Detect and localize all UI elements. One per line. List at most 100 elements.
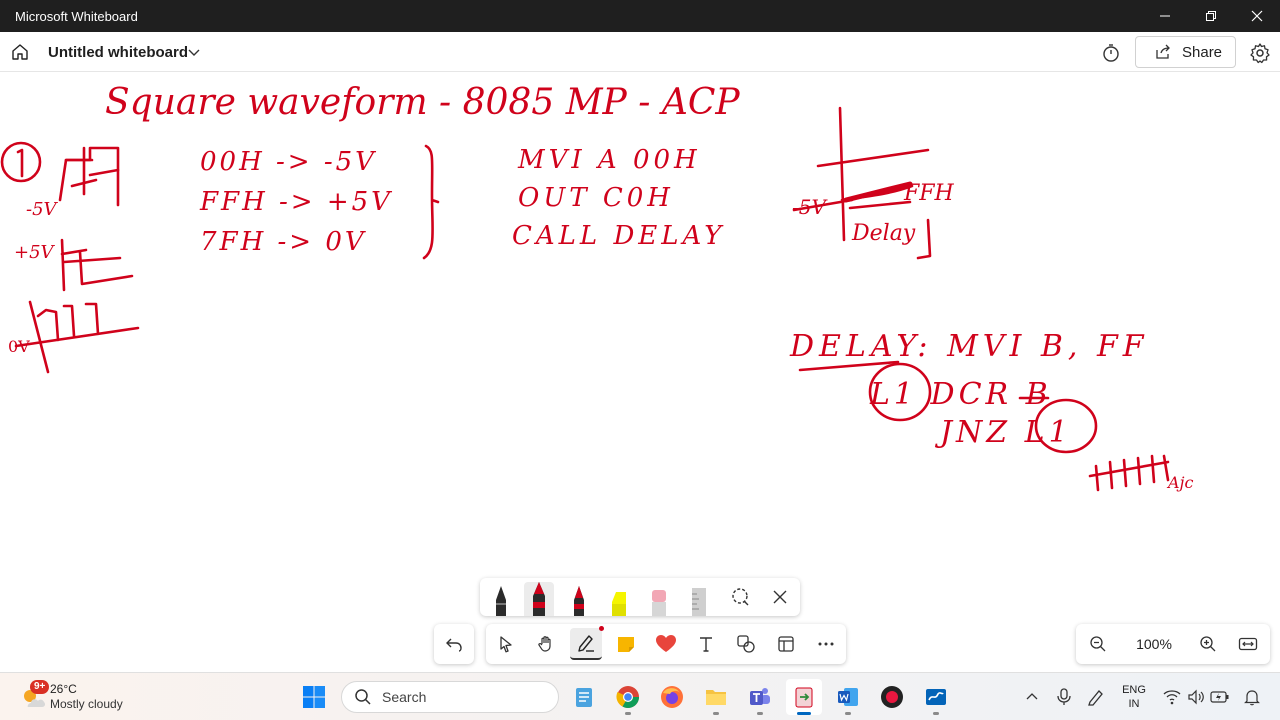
- taskbar-file-explorer[interactable]: [698, 679, 734, 715]
- red-pen-2[interactable]: [564, 582, 594, 616]
- delay-line-1: DELAY: MVI B, FF: [789, 329, 1149, 364]
- undo-icon: [446, 638, 462, 652]
- restore-icon: [1206, 11, 1216, 21]
- share-button[interactable]: Share: [1135, 36, 1236, 68]
- sticky-note-tool[interactable]: [610, 628, 642, 660]
- start-button[interactable]: [296, 679, 332, 715]
- tray-microphone[interactable]: [1053, 686, 1075, 708]
- tray-volume[interactable]: [1185, 686, 1207, 708]
- taskbar-word[interactable]: [830, 679, 866, 715]
- tray-pen[interactable]: [1085, 686, 1107, 708]
- pan-tool[interactable]: [530, 628, 562, 660]
- running-indicator: [757, 712, 763, 715]
- red-pen-2-icon: [574, 586, 584, 616]
- search-placeholder: Search: [382, 689, 427, 705]
- program-line-1: MVI A 00H: [517, 145, 701, 175]
- timer-icon[interactable]: [1100, 42, 1122, 64]
- weather-condition: Mostly cloudy: [50, 697, 123, 711]
- weather-temp: 26°C: [50, 682, 77, 696]
- taskbar-teams[interactable]: [742, 679, 778, 715]
- taskbar-recorder[interactable]: [874, 679, 910, 715]
- ruler-icon: [692, 588, 706, 616]
- highlighter-icon: [612, 592, 626, 616]
- home-button[interactable]: [8, 38, 32, 66]
- text-icon: [700, 637, 712, 652]
- minimize-icon: [1160, 15, 1170, 17]
- chevron-down-icon[interactable]: [186, 44, 202, 60]
- tray-notifications[interactable]: [1241, 686, 1263, 708]
- bell-icon: [1244, 690, 1260, 706]
- teams-icon: [750, 688, 770, 705]
- zoom-out-button[interactable]: [1086, 632, 1110, 656]
- main-toolbar: [434, 624, 846, 664]
- search-icon: [355, 689, 371, 705]
- share-label: Share: [1182, 43, 1223, 61]
- black-pen[interactable]: [486, 582, 516, 616]
- taskbar-search[interactable]: Search: [341, 681, 559, 713]
- program-line-2: OUT C0H: [518, 183, 674, 213]
- waveform-label-plus5: +5V: [14, 242, 56, 263]
- active-indicator: [797, 712, 811, 715]
- share-icon: [1156, 44, 1170, 59]
- taskbar-whiteboard[interactable]: [918, 679, 954, 715]
- ruler[interactable]: [684, 582, 714, 616]
- zoom-in-button[interactable]: [1196, 632, 1220, 656]
- taskbar-notepad[interactable]: [566, 679, 602, 715]
- taskbar-whiteboard-export[interactable]: [786, 679, 822, 715]
- eraser[interactable]: [644, 582, 674, 616]
- waveform-index: 1: [8, 171, 9, 173]
- windows-logo-icon: [303, 686, 325, 708]
- close-tray-icon[interactable]: [769, 586, 791, 608]
- tray-battery[interactable]: [1209, 686, 1231, 708]
- input-language[interactable]: ENG IN: [1121, 683, 1147, 711]
- graph-label-minus5: -5V: [792, 195, 828, 219]
- more-icon: [818, 642, 834, 646]
- text-tool[interactable]: [690, 628, 722, 660]
- level-line-2: FFH -> +5V: [199, 187, 393, 217]
- inking-tool[interactable]: [570, 626, 604, 660]
- export-icon: [795, 687, 813, 708]
- shapes-tool[interactable]: [730, 628, 762, 660]
- show-hidden-icons[interactable]: [1021, 686, 1043, 708]
- restore-button[interactable]: [1188, 0, 1234, 32]
- zoom-in-icon: [1200, 636, 1216, 652]
- minimize-button[interactable]: [1142, 0, 1188, 32]
- gear-icon[interactable]: [1248, 41, 1272, 65]
- running-indicator: [845, 712, 851, 715]
- whiteboard-icon: [926, 689, 946, 705]
- tool-group: [486, 624, 846, 664]
- delay-line-3: JNZ L1: [934, 415, 1072, 450]
- app-header: Untitled whiteboard Share: [0, 32, 1280, 72]
- word-icon: [838, 688, 858, 706]
- zoom-out-icon: [1090, 636, 1106, 652]
- zoom-level: 100%: [1136, 636, 1172, 652]
- select-tool[interactable]: [490, 628, 522, 660]
- running-indicator: [713, 712, 719, 715]
- board-title[interactable]: Untitled whiteboard: [48, 44, 188, 61]
- sticky-note-icon: [618, 637, 634, 652]
- red-pen-icon: [533, 582, 545, 616]
- wifi-icon: [1163, 690, 1181, 705]
- more-button[interactable]: [810, 628, 842, 660]
- record-icon: [881, 686, 903, 708]
- weather-widget[interactable]: 9+ 26°C Mostly cloudy: [20, 679, 160, 715]
- fit-to-screen-button[interactable]: [1236, 632, 1260, 656]
- graph-label-ffh: FFH: [903, 181, 955, 206]
- tray-wifi[interactable]: [1161, 686, 1183, 708]
- reactions-tool[interactable]: [650, 628, 682, 660]
- waveform-label-minus5: -5V: [26, 199, 59, 220]
- pen-menu-icon: [1088, 690, 1103, 706]
- volume-icon: [1188, 689, 1204, 705]
- undo-button[interactable]: [434, 624, 474, 664]
- red-pen-selected[interactable]: [524, 582, 554, 616]
- eraser-icon: [652, 590, 666, 616]
- taskbar-chrome[interactable]: [610, 679, 646, 715]
- taskbar-firefox[interactable]: [654, 679, 690, 715]
- lasso-icon[interactable]: [729, 586, 751, 608]
- notepad-icon: [576, 688, 592, 707]
- yellow-highlighter[interactable]: [604, 582, 634, 616]
- close-button[interactable]: [1234, 0, 1280, 32]
- chevron-up-icon: [1026, 693, 1038, 700]
- templates-tool[interactable]: [770, 628, 802, 660]
- running-indicator: [933, 712, 939, 715]
